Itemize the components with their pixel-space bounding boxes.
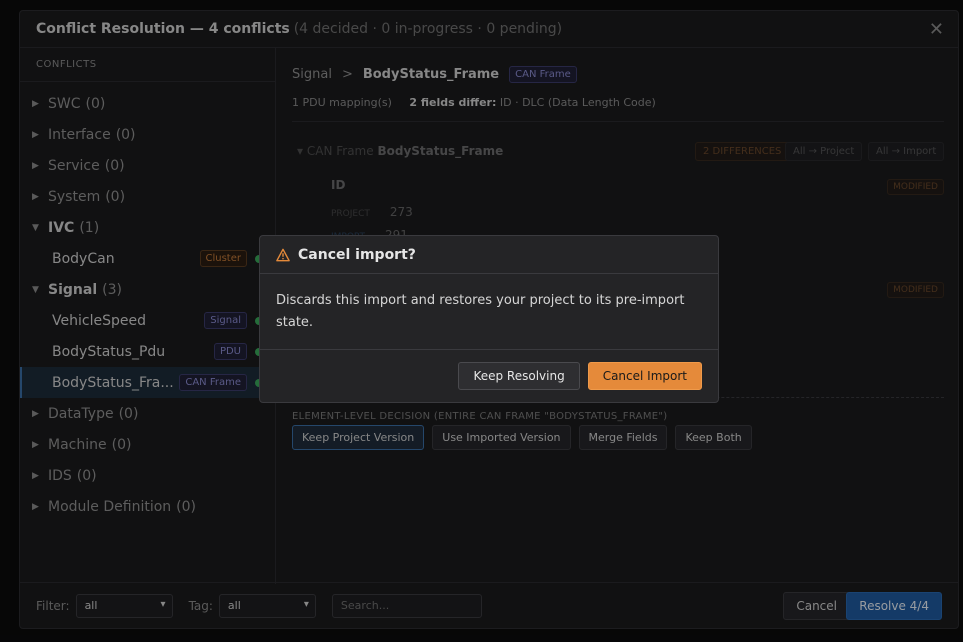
cancel-import-dialog: Cancel import? Discards this import and …: [259, 235, 719, 403]
dialog-message: Discards this import and restores your p…: [260, 274, 718, 350]
dialog-title: Cancel import?: [298, 246, 416, 263]
cancel-import-button[interactable]: Cancel Import: [587, 362, 702, 390]
dialog-actions: Keep Resolving Cancel Import: [458, 362, 702, 390]
dialog-header: Cancel import?: [260, 236, 718, 274]
keep-resolving-button[interactable]: Keep Resolving: [458, 362, 580, 390]
warning-icon: [276, 248, 290, 261]
